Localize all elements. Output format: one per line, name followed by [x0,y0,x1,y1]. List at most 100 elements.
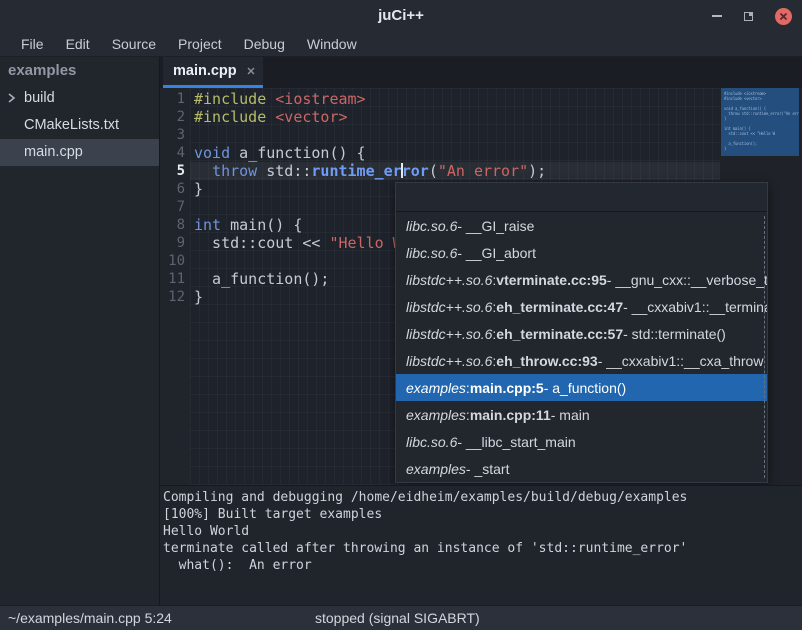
restore-icon [744,12,753,21]
backtrace-file-line: main.cpp:11 [470,407,551,423]
backtrace-item[interactable]: examples:main.cpp:5 - a_function() [396,374,767,401]
minimap-code-line: } [721,146,799,151]
tree-item-label: build [24,90,55,106]
token-pln: main() { [221,216,302,234]
backtrace-item[interactable]: examples:main.cpp:11 - main [396,401,767,428]
backtrace-lib-name: libstdc++.so.6 [406,299,492,315]
tab-label: main.cpp [173,63,237,79]
line-number[interactable]: 2 [160,108,190,126]
code-line[interactable]: throw std::runtime_error("An error"); [190,162,720,180]
line-number[interactable]: 12 [160,288,190,306]
window-title: juCi++ [0,7,802,24]
token-pln: ( [429,162,438,180]
line-number[interactable]: 6 [160,180,190,198]
backtrace-item[interactable]: libc.so.6 - __GI_abort [396,239,767,266]
status-file-location: ~/examples/main.cpp 5:24 [8,610,172,626]
tree-item-main-cpp[interactable]: main.cpp [0,139,159,166]
backtrace-file-line: eh_terminate.cc:47 [496,299,623,315]
line-number[interactable]: 8 [160,216,190,234]
backtrace-item[interactable]: libstdc++.so.6:vterminate.cc:95 - __gnu_… [396,266,767,293]
close-icon [779,12,788,21]
backtrace-item[interactable]: examples - _start [396,455,767,482]
token-pln: std::cout << [194,234,329,252]
backtrace-function: - __GI_abort [457,245,536,261]
tree-item-build[interactable]: build [0,85,159,112]
menu-item-window[interactable]: Window [296,34,368,54]
line-number[interactable]: 1 [160,90,190,108]
backtrace-function: - _start [466,461,510,477]
titlebar: juCi++ [0,0,802,32]
terminal-line: [100%] Built target examples [163,506,802,523]
line-number[interactable]: 10 [160,252,190,270]
backtrace-lib-name: libstdc++.so.6 [406,326,492,342]
code-line[interactable]: #include <iostream> [190,90,720,108]
backtrace-lib-name: examples [406,461,466,477]
code-line[interactable]: void a_function() { [190,144,720,162]
backtrace-function: - __gnu_cxx::__verbose_terminate_handler [607,272,767,288]
token-pln: a_function(); [194,270,329,288]
minimap-visible-region[interactable]: #include <iostream>#include <vector>void… [721,88,799,156]
token-pln: ); [528,162,546,180]
backtrace-item[interactable]: libstdc++.so.6:eh_terminate.cc:47 - __cx… [396,293,767,320]
line-number[interactable]: 7 [160,198,190,216]
token-str: "Hello W [329,234,401,252]
minimize-button[interactable] [712,15,722,17]
terminal-line: Hello World [163,523,802,540]
backtrace-function: - main [551,407,590,423]
backtrace-lib-name: libstdc++.so.6 [406,353,492,369]
backtrace-item[interactable]: libc.so.6 - __GI_raise [396,212,767,239]
minimap-code-line: throw std::runtime_error("An error"); [721,111,799,116]
token-str: <iostream> [275,90,365,108]
token-pln: } [194,288,203,306]
tab-close-icon[interactable] [247,67,255,75]
token-kw: int [194,216,221,234]
tree-item-cmakelists-txt[interactable]: CMakeLists.txt [0,112,159,139]
backtrace-item[interactable]: libc.so.6 - __libc_start_main [396,428,767,455]
token-pln [266,108,275,126]
backtrace-search-entry[interactable] [396,183,767,212]
popup-scrollbar[interactable] [764,216,765,478]
code-line[interactable]: #include <vector> [190,108,720,126]
backtrace-function: - __cxxabiv1::__terminate [623,299,767,315]
menu-item-source[interactable]: Source [101,34,167,54]
backtrace-function: - __cxxabiv1::__cxa_throw [598,353,764,369]
backtrace-lib-name: libc.so.6 [406,245,457,261]
backtrace-lib-name: examples [406,380,466,396]
tree-item-label: CMakeLists.txt [24,117,119,133]
token-kwb: runtime_er [311,162,401,180]
line-number-gutter[interactable]: 123456789101112 [160,88,190,485]
line-number[interactable]: 9 [160,234,190,252]
chevron-right-icon[interactable] [7,92,16,104]
menu-item-file[interactable]: File [10,34,55,54]
restore-button[interactable] [744,12,753,21]
backtrace-function: - std::terminate() [623,326,726,342]
token-str: <vector> [275,108,347,126]
line-number[interactable]: 11 [160,270,190,288]
token-pln [194,162,212,180]
close-button[interactable] [775,8,792,25]
terminal-output[interactable]: Compiling and debugging /home/eidheim/ex… [160,485,802,605]
menu-item-debug[interactable]: Debug [233,34,296,54]
token-pln: } [194,180,203,198]
menu-item-project[interactable]: Project [167,34,233,54]
juci-window: juCi++ FileEditSourceProjectDebugWindow … [0,0,802,630]
token-pre: #include [194,108,266,126]
minimize-icon [712,15,722,17]
backtrace-list: libc.so.6 - __GI_raiselibc.so.6 - __GI_a… [396,212,767,482]
menu-item-edit[interactable]: Edit [55,34,101,54]
backtrace-file-line: vterminate.cc:95 [496,272,607,288]
line-number[interactable]: 3 [160,126,190,144]
terminal-line: Compiling and debugging /home/eidheim/ex… [163,489,802,506]
token-pln [266,90,275,108]
backtrace-item[interactable]: libstdc++.so.6:eh_throw.cc:93 - __cxxabi… [396,347,767,374]
token-pre: #include [194,90,266,108]
code-line[interactable] [190,126,720,144]
backtrace-item[interactable]: libstdc++.so.6:eh_terminate.cc:57 - std:… [396,320,767,347]
tab-main-cpp[interactable]: main.cpp [163,57,263,88]
line-number[interactable]: 5 [160,162,190,180]
terminal-line: what(): An error [163,557,802,574]
backtrace-lib-name: libc.so.6 [406,218,457,234]
line-number[interactable]: 4 [160,144,190,162]
token-kwb: ror [402,162,429,180]
backtrace-function: - a_function() [544,380,626,396]
